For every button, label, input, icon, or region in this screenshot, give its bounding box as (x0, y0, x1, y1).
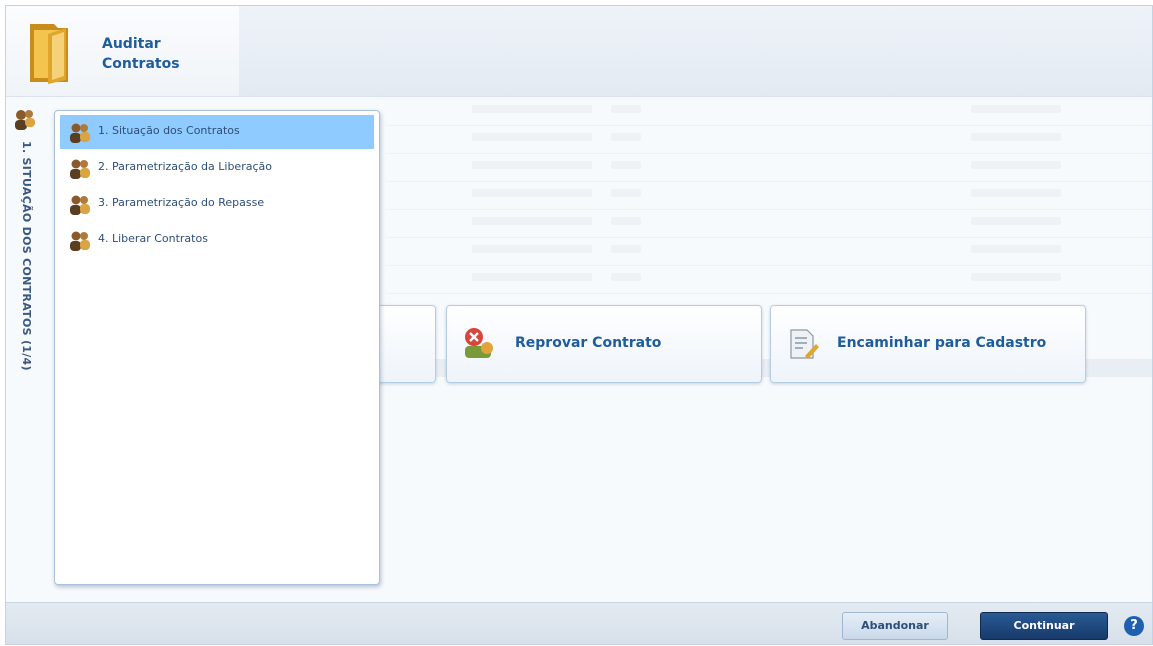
users-icon (70, 231, 90, 251)
main-window: Auditar Contratos 1. SITUAÇÃO DOS CONTRA… (5, 5, 1153, 645)
menu-item-repasse[interactable]: 3. Parametrização do Repasse (60, 187, 374, 221)
menu-item-label: 4. Liberar Contratos (98, 232, 208, 245)
menu-item-liberacao[interactable]: 2. Parametrização da Liberação (60, 151, 374, 185)
page-title: Auditar Contratos (102, 34, 222, 74)
users-icon (15, 110, 35, 130)
users-icon (70, 123, 90, 143)
menu-item-label: 2. Parametrização da Liberação (98, 160, 272, 173)
page-title-line2: Contratos (102, 56, 180, 72)
document-edit-icon (790, 329, 819, 359)
menu-item-liberar[interactable]: 4. Liberar Contratos (60, 223, 374, 257)
users-icon (70, 159, 90, 179)
step-rail-label: 1. SITUAÇÃO DOS CONTRATOS (1/4) (20, 141, 33, 371)
footer-bar: Abandonar Continuar ? (6, 602, 1152, 644)
users-icon (70, 195, 90, 215)
continuar-button[interactable]: Continuar (980, 612, 1108, 640)
header: Auditar Contratos (6, 6, 1152, 97)
reject-contract-icon (465, 328, 493, 358)
menu-item-situacao[interactable]: 1. Situação dos Contratos (60, 115, 374, 149)
page-title-line1: Auditar (102, 36, 161, 52)
abandonar-button[interactable]: Abandonar (842, 612, 948, 640)
menu-item-label: 1. Situação dos Contratos (98, 124, 240, 137)
encaminhar-cadastro-label: Encaminhar para Cadastro (837, 335, 1047, 351)
reprovar-contrato-label: Reprovar Contrato (515, 335, 662, 351)
step-rail[interactable]: 1. SITUAÇÃO DOS CONTRATOS (1/4) (6, 97, 50, 602)
folder-icon (30, 24, 68, 84)
help-icon[interactable]: ? (1124, 616, 1144, 636)
step-menu: 1. Situação dos Contratos 2. Parametriza… (54, 110, 380, 585)
app-tab[interactable]: Auditar Contratos (6, 6, 239, 96)
menu-item-label: 3. Parametrização do Repasse (98, 196, 265, 209)
reprovar-contrato-button[interactable]: Reprovar Contrato (446, 305, 762, 383)
encaminhar-cadastro-button[interactable]: Encaminhar para Cadastro (770, 305, 1086, 383)
